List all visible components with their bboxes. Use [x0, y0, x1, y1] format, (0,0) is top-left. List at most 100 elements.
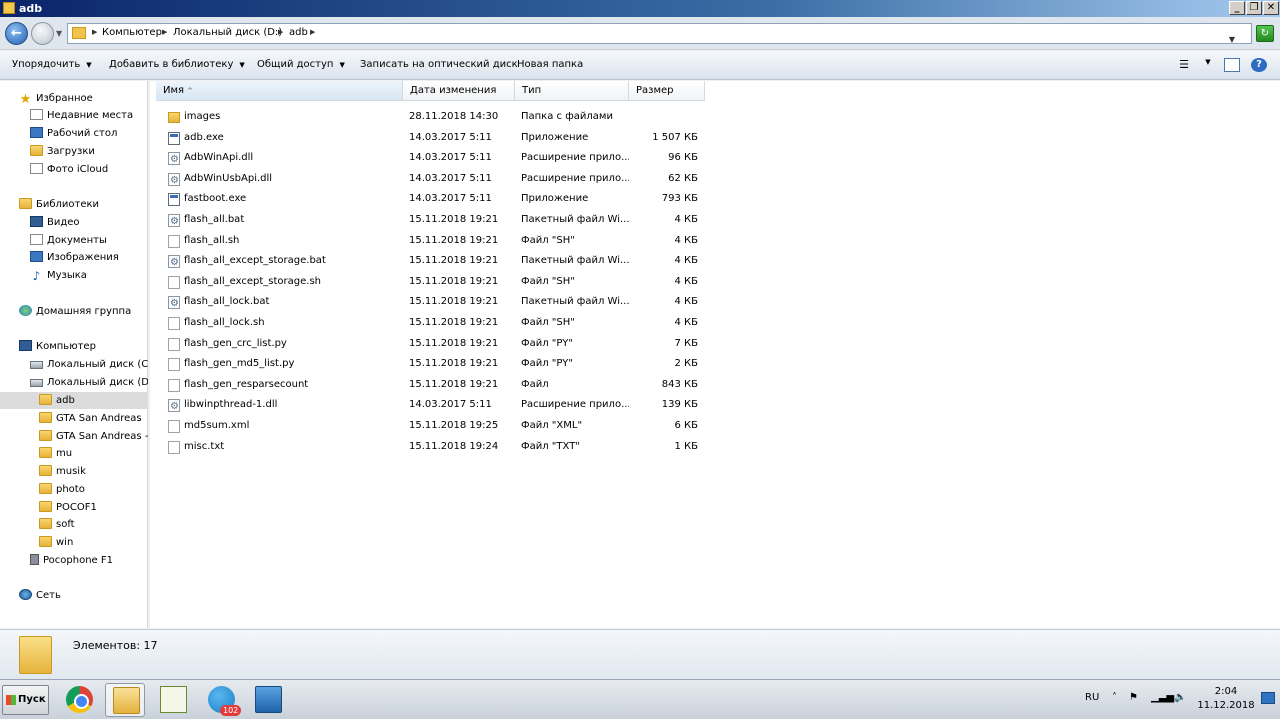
- table-row[interactable]: flash_all_lock.sh 15.11.2018 19:21 Файл "S…: [150, 313, 710, 333]
- chevron-down-icon[interactable]: ▼: [1200, 58, 1216, 72]
- share-button[interactable]: Общий доступ ▼: [257, 59, 345, 70]
- column-header-date[interactable]: Дата изменения: [403, 81, 515, 101]
- nav-desktop[interactable]: Рабочий стол: [30, 125, 117, 142]
- table-row[interactable]: flash_gen_resparsecount 15.11.2018 19:21 Ф…: [150, 375, 710, 395]
- nav-folder-mu[interactable]: mu: [39, 445, 72, 462]
- recent-pages-dropdown[interactable]: ▼: [56, 29, 62, 38]
- minimize-button[interactable]: _: [1229, 1, 1245, 15]
- file-name: md5sum.xml: [184, 420, 250, 431]
- nav-computer[interactable]: Компьютер: [19, 338, 96, 355]
- action-center-flag-icon[interactable]: ⚑: [1129, 692, 1138, 703]
- table-row[interactable]: libwinpthread-1.dll 14.03.2017 5:11 Расшир…: [150, 395, 710, 417]
- close-button[interactable]: ✕: [1263, 1, 1279, 15]
- help-icon[interactable]: ?: [1251, 58, 1267, 72]
- column-header-type[interactable]: Тип: [515, 81, 629, 101]
- nav-folder-soft[interactable]: soft: [39, 516, 75, 533]
- nav-folder-win[interactable]: win: [39, 534, 73, 551]
- table-row[interactable]: misc.txt 15.11.2018 19:24 Файл "TXT" 1 КБ: [150, 437, 710, 457]
- chevron-right-icon[interactable]: ▶: [278, 28, 283, 36]
- add-to-library-button[interactable]: Добавить в библиотеку ▼: [109, 59, 245, 70]
- file-date: 28.11.2018 14:30: [409, 111, 499, 122]
- nav-favorites[interactable]: ★ Избранное: [19, 90, 93, 107]
- maximize-button[interactable]: ❐: [1246, 1, 1262, 15]
- folder-icon: [39, 465, 52, 476]
- table-row[interactable]: flash_all_except_storage.bat 15.11.2018 1…: [150, 251, 710, 273]
- breadcrumb-computer[interactable]: Компьютер: [102, 27, 162, 38]
- nav-folder-gta1[interactable]: GTA San Andreas: [39, 410, 148, 427]
- table-row[interactable]: images 28.11.2018 14:30 Папка с файлами: [150, 107, 710, 127]
- taskbar-chrome[interactable]: [59, 683, 99, 717]
- back-button[interactable]: ←: [5, 22, 28, 45]
- organize-button[interactable]: Упорядочить ▼: [12, 59, 92, 70]
- exe-icon: [168, 131, 180, 145]
- forward-button[interactable]: →: [31, 22, 54, 45]
- nav-recent-places[interactable]: Недавние места: [30, 107, 133, 124]
- exe-icon: [168, 193, 180, 207]
- nav-video[interactable]: Видео: [30, 214, 80, 231]
- chevron-right-icon[interactable]: ▶: [92, 28, 97, 36]
- nav-homegroup[interactable]: Домашняя группа: [19, 303, 131, 320]
- burn-button[interactable]: Записать на оптический диск: [360, 59, 518, 70]
- nav-disk-c[interactable]: Локальный диск (C:): [30, 356, 148, 373]
- start-button[interactable]: Пуск: [2, 685, 49, 715]
- address-dropdown[interactable]: ▼: [1229, 35, 1235, 44]
- nav-documents[interactable]: Документы: [30, 232, 107, 249]
- file-date: 14.03.2017 5:11: [409, 193, 492, 205]
- table-row[interactable]: AdbWinUsbApi.dll 14.03.2017 5:11 Расширени…: [150, 169, 710, 191]
- table-row[interactable]: flash_all_except_storage.sh 15.11.2018 19…: [150, 272, 710, 292]
- table-row[interactable]: md5sum.xml 15.11.2018 19:25 Файл "XML" 6 КБ: [150, 416, 710, 436]
- network-signal-icon[interactable]: ▁▃▅: [1151, 692, 1174, 703]
- table-row[interactable]: fastboot.exe 14.03.2017 5:11 Приложение 793…: [150, 189, 710, 209]
- taskbar-telegram[interactable]: 102: [201, 683, 242, 717]
- table-row[interactable]: adb.exe 14.03.2017 5:11 Приложение 1 507 КБ: [150, 128, 710, 148]
- nav-folder-musik[interactable]: musik: [39, 463, 86, 480]
- file-type: Файл "PY": [521, 337, 573, 349]
- breadcrumb-disk-d[interactable]: Локальный диск (D:): [173, 27, 282, 38]
- nav-folder-gta2[interactable]: GTA San Andreas - к: [39, 428, 148, 445]
- nav-libraries[interactable]: Библиотеки: [19, 196, 99, 213]
- nav-pocophone[interactable]: Pocophone F1: [30, 552, 113, 569]
- file-icon: [168, 234, 180, 248]
- taskbar-app[interactable]: [248, 683, 288, 717]
- nav-label: Рабочий стол: [47, 128, 118, 139]
- table-row[interactable]: flash_gen_crc_list.py 15.11.2018 19:21 Фай…: [150, 334, 710, 354]
- nav-folder-adb[interactable]: adb: [0, 392, 148, 409]
- nav-label: POCOF1: [56, 502, 97, 513]
- table-row[interactable]: AdbWinApi.dll 14.03.2017 5:11 Расширение п…: [150, 148, 710, 170]
- nav-folder-photo[interactable]: photo: [39, 481, 85, 498]
- chevron-down-icon: ▼: [239, 61, 245, 69]
- column-header-name[interactable]: Имя ^: [156, 81, 403, 101]
- preview-pane-icon[interactable]: [1224, 58, 1240, 72]
- breadcrumb-adb[interactable]: adb: [289, 27, 308, 38]
- navigation-pane: ★ Избранное Недавние места Рабочий стол З…: [0, 81, 148, 628]
- nav-disk-d[interactable]: Локальный диск (D:): [30, 374, 148, 391]
- chevron-right-icon[interactable]: ▶: [162, 28, 167, 36]
- nav-icloud-photos[interactable]: Фото iCloud: [30, 161, 108, 178]
- table-row[interactable]: flash_all_lock.bat 15.11.2018 19:21 Пакетн…: [150, 292, 710, 314]
- nav-images[interactable]: Изображения: [30, 249, 119, 266]
- show-hidden-icons[interactable]: ˄: [1112, 692, 1117, 703]
- nav-label: win: [56, 537, 74, 548]
- language-indicator[interactable]: RU: [1085, 692, 1099, 703]
- file-date: 15.11.2018 19:21: [409, 296, 499, 308]
- table-row[interactable]: flash_all.bat 15.11.2018 19:21 Пакетный фа…: [150, 210, 710, 232]
- address-bar[interactable]: ▶ Компьютер ▶ Локальный диск (D:) ▶ adb …: [67, 23, 1252, 44]
- column-header-size[interactable]: Размер: [629, 81, 705, 101]
- nav-folder-pocof1[interactable]: POCOF1: [39, 499, 97, 516]
- clock[interactable]: 2:04 11.12.2018: [1196, 685, 1256, 713]
- table-row[interactable]: flash_all.sh 15.11.2018 19:21 Файл "SH" 4 К…: [150, 231, 710, 251]
- view-options-icon[interactable]: ☰: [1176, 58, 1192, 72]
- chevron-right-icon[interactable]: ▶: [310, 28, 315, 36]
- show-desktop-button[interactable]: [1261, 692, 1275, 704]
- notepad-icon: [160, 686, 187, 713]
- volume-icon[interactable]: 🔈: [1174, 692, 1186, 703]
- taskbar-explorer[interactable]: [105, 683, 145, 717]
- nav-downloads[interactable]: Загрузки: [30, 143, 95, 160]
- nav-music[interactable]: ♪ Музыка: [30, 267, 87, 284]
- nav-label: Фото iCloud: [47, 164, 109, 175]
- new-folder-button[interactable]: Новая папка: [517, 59, 583, 70]
- table-row[interactable]: flash_gen_md5_list.py 15.11.2018 19:21 Фай…: [150, 354, 710, 374]
- nav-network[interactable]: Сеть: [19, 587, 61, 604]
- taskbar-notepad[interactable]: [153, 683, 193, 717]
- refresh-button[interactable]: ↻: [1256, 25, 1274, 42]
